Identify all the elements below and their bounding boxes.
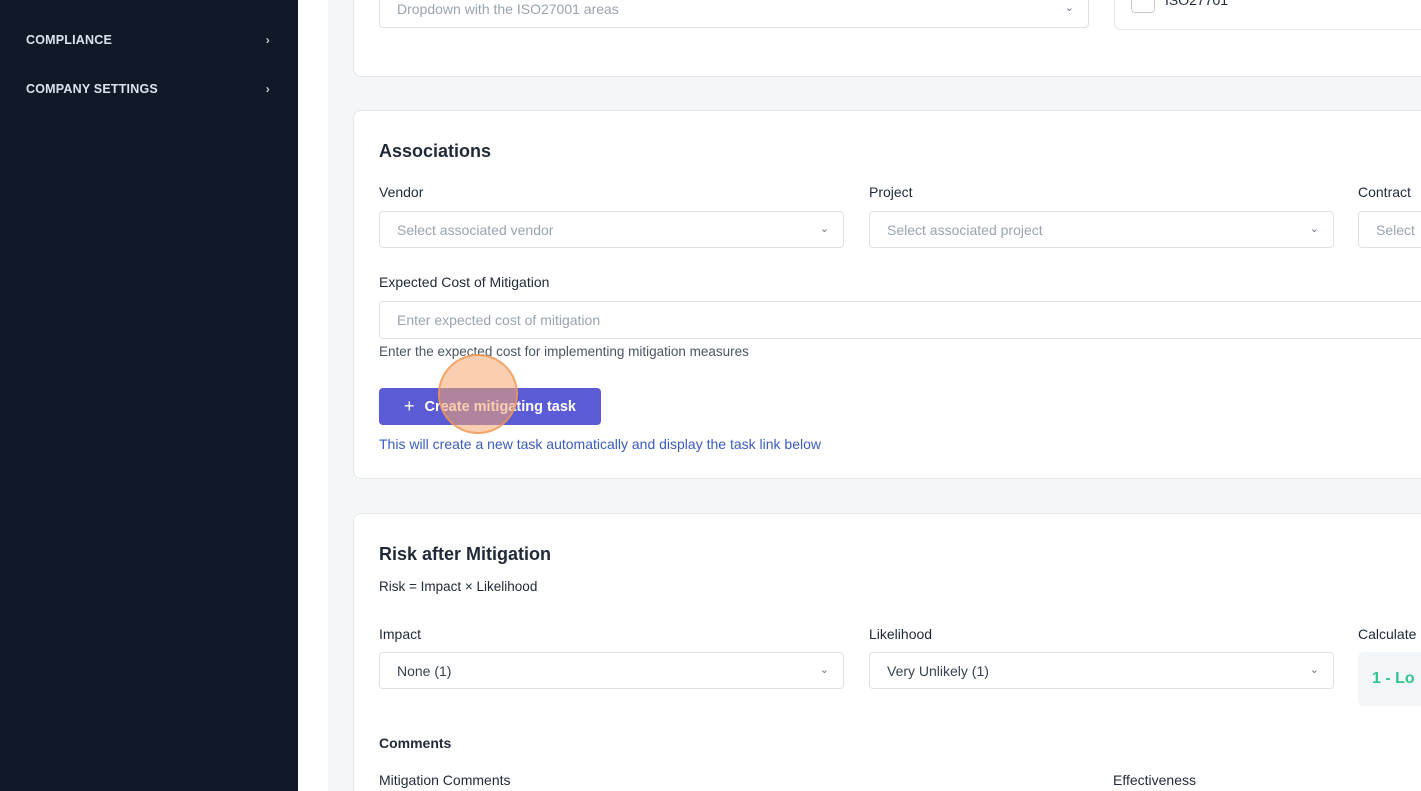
main-content: Dropdown with the ISO27001 areas ⌄ ISO27… bbox=[328, 0, 1421, 791]
calculated-risk-label: Calculate bbox=[1358, 626, 1417, 642]
risk-after-title: Risk after Mitigation bbox=[379, 544, 552, 564]
calculated-risk-value: 1 - Lo bbox=[1372, 670, 1415, 687]
create-mitigating-task-label: Create mitigating task bbox=[424, 398, 577, 415]
sidebar-item-label: COMPLIANCE bbox=[26, 33, 113, 47]
sidebar-item-compliance[interactable]: COMPLIANCE › bbox=[26, 30, 270, 50]
likelihood-select[interactable]: Very Unlikely (1) ⌄ bbox=[869, 652, 1334, 689]
chevron-right-icon: › bbox=[265, 82, 270, 96]
associations-title: Associations bbox=[379, 141, 492, 161]
comments-title: Comments bbox=[379, 735, 452, 751]
sidebar-item-company-settings[interactable]: COMPANY SETTINGS › bbox=[26, 79, 270, 99]
sidebar-item-label: COMPANY SETTINGS bbox=[26, 82, 158, 96]
iso-standards-box: ISO27701 bbox=[1114, 0, 1421, 30]
content-gutter bbox=[298, 0, 328, 791]
calculated-risk-badge: 1 - Lo bbox=[1358, 652, 1421, 706]
iso-areas-dropdown-value: Dropdown with the ISO27001 areas bbox=[397, 1, 619, 17]
sidebar: COMPLIANCE › COMPANY SETTINGS › bbox=[0, 0, 298, 791]
impact-select[interactable]: None (1) ⌄ bbox=[379, 652, 844, 689]
risk-after-mitigation-card: Risk after Mitigation Risk = Impact × Li… bbox=[353, 513, 1421, 791]
expected-cost-label: Expected Cost of Mitigation bbox=[379, 274, 550, 290]
plus-icon: + bbox=[403, 396, 415, 416]
chevron-right-icon: › bbox=[265, 33, 270, 47]
expected-cost-help: Enter the expected cost for implementing… bbox=[379, 344, 749, 359]
effectiveness-label: Effectiveness bbox=[1113, 772, 1197, 788]
vendor-select-value: Select associated vendor bbox=[397, 221, 554, 238]
chevron-down-icon: ⌄ bbox=[1309, 223, 1319, 235]
mitigation-comments-label: Mitigation Comments bbox=[379, 772, 511, 788]
create-mitigating-task-button[interactable]: + Create mitigating task bbox=[379, 388, 601, 425]
vendor-select[interactable]: Select associated vendor ⌄ bbox=[379, 211, 844, 248]
project-select[interactable]: Select associated project ⌄ bbox=[869, 211, 1334, 248]
chevron-down-icon: ⌄ bbox=[1309, 664, 1319, 676]
chevron-down-icon: ⌄ bbox=[819, 223, 829, 235]
expected-cost-placeholder: Enter expected cost of mitigation bbox=[397, 312, 601, 328]
risk-formula: Risk = Impact × Likelihood bbox=[379, 579, 538, 594]
project-select-value: Select associated project bbox=[887, 221, 1043, 238]
expected-cost-input[interactable]: Enter expected cost of mitigation bbox=[379, 301, 1421, 339]
likelihood-label: Likelihood bbox=[869, 626, 933, 642]
chevron-down-icon: ⌄ bbox=[1064, 2, 1074, 14]
iso27701-checkbox[interactable] bbox=[1131, 0, 1155, 13]
iso27701-label: ISO27701 bbox=[1165, 0, 1229, 8]
contract-label: Contract bbox=[1358, 184, 1411, 200]
impact-select-value: None (1) bbox=[397, 662, 452, 679]
iso-areas-card: Dropdown with the ISO27001 areas ⌄ ISO27… bbox=[353, 0, 1421, 77]
vendor-label: Vendor bbox=[379, 184, 424, 200]
chevron-down-icon: ⌄ bbox=[819, 664, 829, 676]
create-task-help: This will create a new task automaticall… bbox=[379, 436, 821, 452]
project-label: Project bbox=[869, 184, 913, 200]
associations-card: Associations Vendor Select associated ve… bbox=[353, 110, 1421, 479]
impact-label: Impact bbox=[379, 626, 422, 642]
iso-areas-dropdown[interactable]: Dropdown with the ISO27001 areas ⌄ bbox=[379, 0, 1089, 28]
likelihood-select-value: Very Unlikely (1) bbox=[887, 662, 989, 679]
contract-select[interactable]: Select bbox=[1358, 211, 1421, 248]
contract-select-value: Select bbox=[1376, 221, 1415, 238]
